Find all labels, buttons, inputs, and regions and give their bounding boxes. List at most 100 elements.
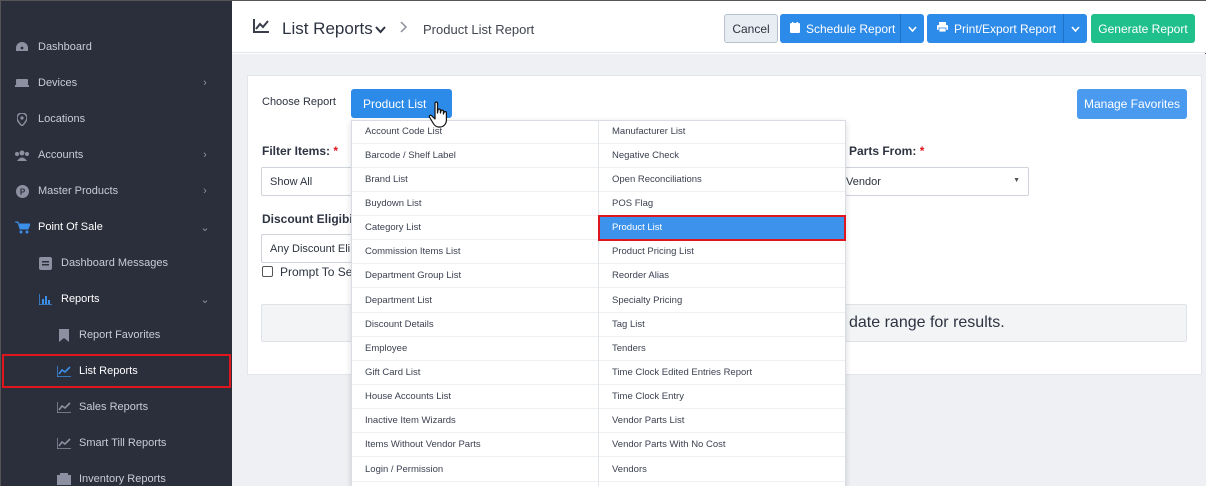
parts-from-text: Parts From: xyxy=(849,144,917,158)
generate-report-button[interactable]: Generate Report xyxy=(1091,14,1195,43)
dropdown-item[interactable]: Gift Card List xyxy=(352,361,598,385)
sidebar-item-locations[interactable]: Locations xyxy=(1,101,232,137)
dropdown-item[interactable]: Time Clock Edited Entries Report xyxy=(599,361,845,385)
hand-cursor-icon xyxy=(428,101,452,129)
filter-items-text: Filter Items: xyxy=(262,144,331,158)
report-select-label: Product List xyxy=(363,96,427,111)
chevron-right-icon: › xyxy=(203,77,207,89)
dropdown-item[interactable]: Buydown List xyxy=(352,192,598,216)
manage-favorites-button[interactable]: Manage Favorites xyxy=(1077,89,1187,119)
cart-icon xyxy=(14,220,30,234)
dropdown-item[interactable]: Vendors xyxy=(599,458,845,482)
chevron-down-icon[interactable] xyxy=(900,14,924,43)
dropdown-item[interactable]: Inactive Item Wizards xyxy=(352,409,598,433)
dropdown-item[interactable]: Brand List xyxy=(352,168,598,192)
discount-eligibility-select[interactable]: Any Discount Eli xyxy=(261,234,361,263)
annotation-highlight-box xyxy=(2,354,231,388)
filter-items-select[interactable]: Show All xyxy=(261,167,361,196)
sidebar-item-label: Devices xyxy=(38,77,78,89)
parts-from-value: Vendor xyxy=(846,175,881,188)
choose-report-label: Choose Report xyxy=(262,96,336,108)
sidebar-item-point-of-sale[interactable]: Point Of Sale ⌄ xyxy=(1,209,232,245)
sidebar-item-label: Locations xyxy=(38,113,86,125)
sidebar-item-master-products[interactable]: P Master Products › xyxy=(1,173,232,209)
print-export-label: Print/Export Report xyxy=(954,21,1057,36)
dropdown-item[interactable]: Specialty Pricing xyxy=(599,289,845,313)
sidebar-item-dashboard-messages[interactable]: Dashboard Messages xyxy=(1,245,232,281)
sidebar-item-label: Master Products xyxy=(38,185,119,197)
sidebar-item-dashboard[interactable]: Dashboard xyxy=(1,29,232,65)
filter-items-label: Filter Items: * xyxy=(262,144,338,158)
line-chart-icon xyxy=(253,19,269,33)
dropdown-item[interactable]: Login / Permission xyxy=(352,458,598,482)
chevron-down-icon[interactable] xyxy=(375,23,386,37)
dropdown-item[interactable]: Vendor Parts With No Cost xyxy=(599,433,845,457)
dropdown-item[interactable]: Department Group List xyxy=(352,264,598,288)
dropdown-item[interactable]: Manufacturer List xyxy=(599,120,845,144)
dropdown-item[interactable]: House Accounts List xyxy=(352,385,598,409)
parts-from-select[interactable]: Vendor ▼ xyxy=(837,167,1029,196)
dropdown-item[interactable]: Category List xyxy=(352,216,598,240)
cancel-button[interactable]: Cancel xyxy=(724,14,778,43)
sidebar-item-smart-till-reports[interactable]: Smart Till Reports xyxy=(1,425,232,461)
sidebar-item-label: Smart Till Reports xyxy=(79,437,167,449)
calendar-icon xyxy=(790,21,800,36)
dropdown-item[interactable]: POS Flag xyxy=(599,192,845,216)
required-marker: * xyxy=(919,144,925,158)
dropdown-item[interactable]: Time Clock Entry xyxy=(599,385,845,409)
line-chart-icon xyxy=(56,400,72,414)
sidebar-item-report-favorites[interactable]: Report Favorites xyxy=(1,317,232,353)
dropdown-item[interactable]: Department List xyxy=(352,289,598,313)
dropdown-item[interactable]: Negative Check xyxy=(599,144,845,168)
location-pin-icon xyxy=(14,112,30,126)
page-title[interactable]: List Reports xyxy=(282,19,373,39)
sidebar-item-label: Inventory Reports xyxy=(79,473,166,485)
breadcrumb-separator-icon xyxy=(400,20,408,36)
info-message-text: date range for results. xyxy=(849,314,1005,331)
print-export-button[interactable]: Print/Export Report xyxy=(927,14,1087,43)
dropdown-item[interactable]: Commission Items List xyxy=(352,240,598,264)
dropdown-item[interactable]: Open Reconciliations xyxy=(599,168,845,192)
sidebar-item-label: Point Of Sale xyxy=(38,221,103,233)
users-icon xyxy=(14,148,30,162)
sidebar-item-devices[interactable]: Devices › xyxy=(1,65,232,101)
dropdown-item[interactable]: Tenders xyxy=(599,337,845,361)
sidebar-item-label: Dashboard xyxy=(38,41,92,53)
sidebar-item-label: Reports xyxy=(61,293,100,305)
dropdown-item[interactable]: Product Pricing List xyxy=(599,240,845,264)
discount-eligibility-label: Discount Eligibi xyxy=(262,212,353,226)
dropdown-item[interactable]: Barcode / Shelf Label xyxy=(352,144,598,168)
prompt-checkbox-label: Prompt To Se xyxy=(280,265,353,279)
dropdown-item[interactable]: Reorder Alias xyxy=(599,264,845,288)
parts-from-label: Parts From: * xyxy=(849,144,924,158)
breadcrumb: Product List Report xyxy=(423,22,535,37)
schedule-report-button[interactable]: Schedule Report xyxy=(780,14,924,43)
dropdown-item[interactable]: Tag List xyxy=(599,313,845,337)
line-chart-icon xyxy=(56,436,72,450)
sidebar-item-label: Report Favorites xyxy=(79,329,161,341)
sidebar-item-label: Accounts xyxy=(38,149,84,161)
dropdown-item[interactable]: Account Code List xyxy=(352,120,598,144)
sidebar-item-inventory-reports[interactable]: Inventory Reports xyxy=(1,461,232,486)
sidebar-item-reports[interactable]: Reports ⌄ xyxy=(1,281,232,317)
dropdown-item[interactable]: Items Without Vendor Parts xyxy=(352,433,598,457)
dropdown-item[interactable]: Discount Details xyxy=(352,313,598,337)
sidebar-item-label: Sales Reports xyxy=(79,401,149,413)
prompt-checkbox[interactable] xyxy=(262,266,273,277)
chevron-right-icon: › xyxy=(203,149,207,161)
dropdown-item[interactable]: Employee xyxy=(352,337,598,361)
required-marker: * xyxy=(333,144,339,158)
inventory-icon xyxy=(56,472,72,486)
dashboard-icon xyxy=(14,40,30,54)
bookmark-icon xyxy=(56,328,72,342)
print-icon xyxy=(937,22,948,35)
bar-chart-icon xyxy=(37,292,53,306)
chevron-right-icon: › xyxy=(203,185,207,197)
chevron-down-icon: ⌄ xyxy=(200,293,210,306)
chevron-down-icon[interactable] xyxy=(1063,14,1087,43)
master-products-icon: P xyxy=(14,184,30,198)
sidebar-item-sales-reports[interactable]: Sales Reports xyxy=(1,389,232,425)
sidebar-item-accounts[interactable]: Accounts › xyxy=(1,137,232,173)
dropdown-item[interactable]: Vendor Parts List xyxy=(599,409,845,433)
annotation-highlight-box xyxy=(598,215,846,241)
